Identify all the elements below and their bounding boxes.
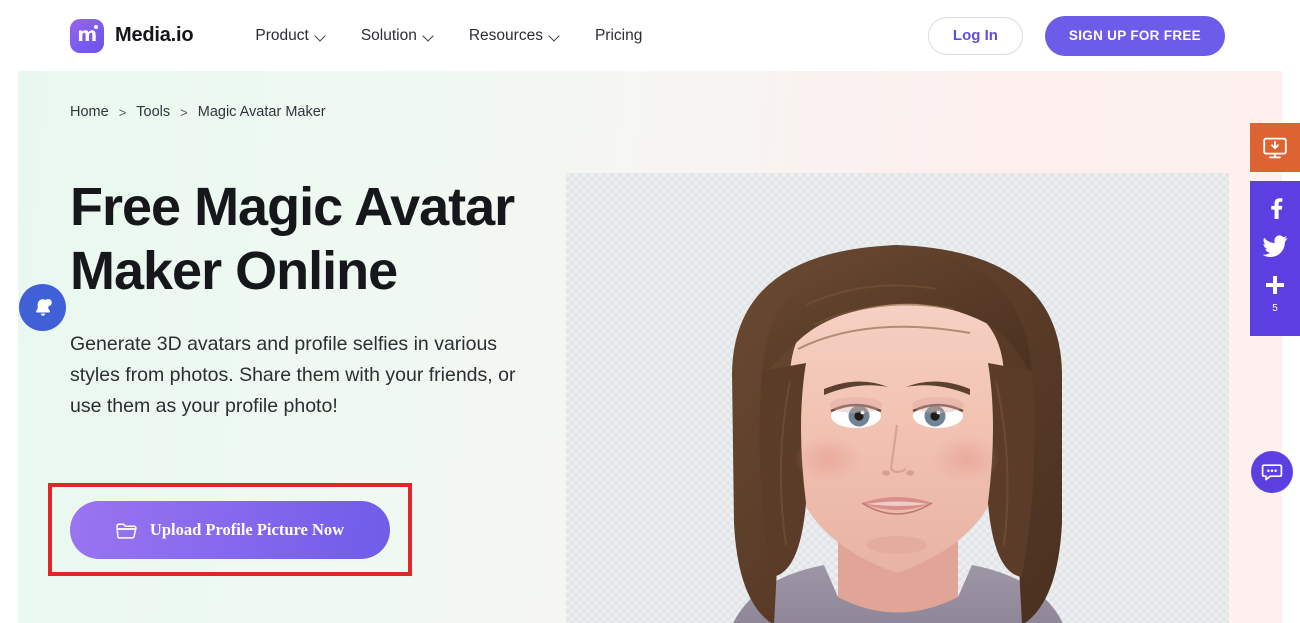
desktop-download-icon <box>1262 136 1288 160</box>
login-button[interactable]: Log In <box>928 17 1023 55</box>
chevron-down-icon <box>424 32 435 39</box>
auth-actions: Log In SIGN UP FOR FREE <box>928 16 1225 56</box>
top-navigation-bar: m Media.io Product Solution Resources Pr… <box>0 0 1300 71</box>
desktop-download-button[interactable] <box>1250 123 1300 172</box>
breadcrumb-item-home[interactable]: Home <box>70 104 109 120</box>
nav-item-product[interactable]: Product <box>238 19 343 53</box>
chat-bubble-icon <box>1261 461 1283 483</box>
hero-description: Generate 3D avatars and profile selfies … <box>70 329 530 421</box>
main-nav: Product Solution Resources Pricing <box>238 19 659 53</box>
avatar-illustration <box>566 173 1229 623</box>
hero-section: Home > Tools > Magic Avatar Maker Free M… <box>18 71 1282 623</box>
brand-logo[interactable]: m Media.io <box>70 19 193 53</box>
notification-bell-icon <box>31 296 55 320</box>
notification-bell-button[interactable] <box>19 284 66 331</box>
nav-item-resources[interactable]: Resources <box>452 19 578 53</box>
media-io-logo-icon: m <box>70 19 104 53</box>
nav-item-solution[interactable]: Solution <box>344 19 452 53</box>
share-plus-icon[interactable] <box>1263 273 1287 297</box>
upload-profile-picture-button[interactable]: Upload Profile Picture Now <box>70 501 390 559</box>
upload-button-label: Upload Profile Picture Now <box>150 520 344 540</box>
nav-label-pricing: Pricing <box>595 27 642 45</box>
nav-label-resources: Resources <box>469 27 543 45</box>
twitter-icon[interactable] <box>1262 235 1288 257</box>
page-root: m Media.io Product Solution Resources Pr… <box>0 0 1300 623</box>
signup-button[interactable]: SIGN UP FOR FREE <box>1045 16 1225 56</box>
nav-label-product: Product <box>255 27 308 45</box>
nav-item-pricing[interactable]: Pricing <box>578 19 659 53</box>
chevron-down-icon <box>550 32 561 39</box>
hero-avatar-image <box>566 173 1229 623</box>
folder-icon <box>116 522 137 539</box>
breadcrumb-separator: > <box>180 105 188 120</box>
breadcrumb-separator: > <box>119 105 127 120</box>
logo-dot <box>94 25 98 29</box>
breadcrumb-item-tools[interactable]: Tools <box>136 104 170 120</box>
breadcrumb-item-current: Magic Avatar Maker <box>198 104 326 120</box>
brand-name: Media.io <box>115 24 193 47</box>
social-share-rail: 5 <box>1250 181 1300 336</box>
chevron-down-icon <box>316 32 327 39</box>
nav-label-solution: Solution <box>361 27 417 45</box>
chat-support-button[interactable] <box>1251 451 1293 493</box>
breadcrumb: Home > Tools > Magic Avatar Maker <box>70 104 326 120</box>
page-title: Free Magic Avatar Maker Online <box>70 176 590 303</box>
facebook-icon[interactable] <box>1264 195 1286 219</box>
logo-glyph: m <box>77 26 96 45</box>
share-count: 5 <box>1272 303 1278 314</box>
